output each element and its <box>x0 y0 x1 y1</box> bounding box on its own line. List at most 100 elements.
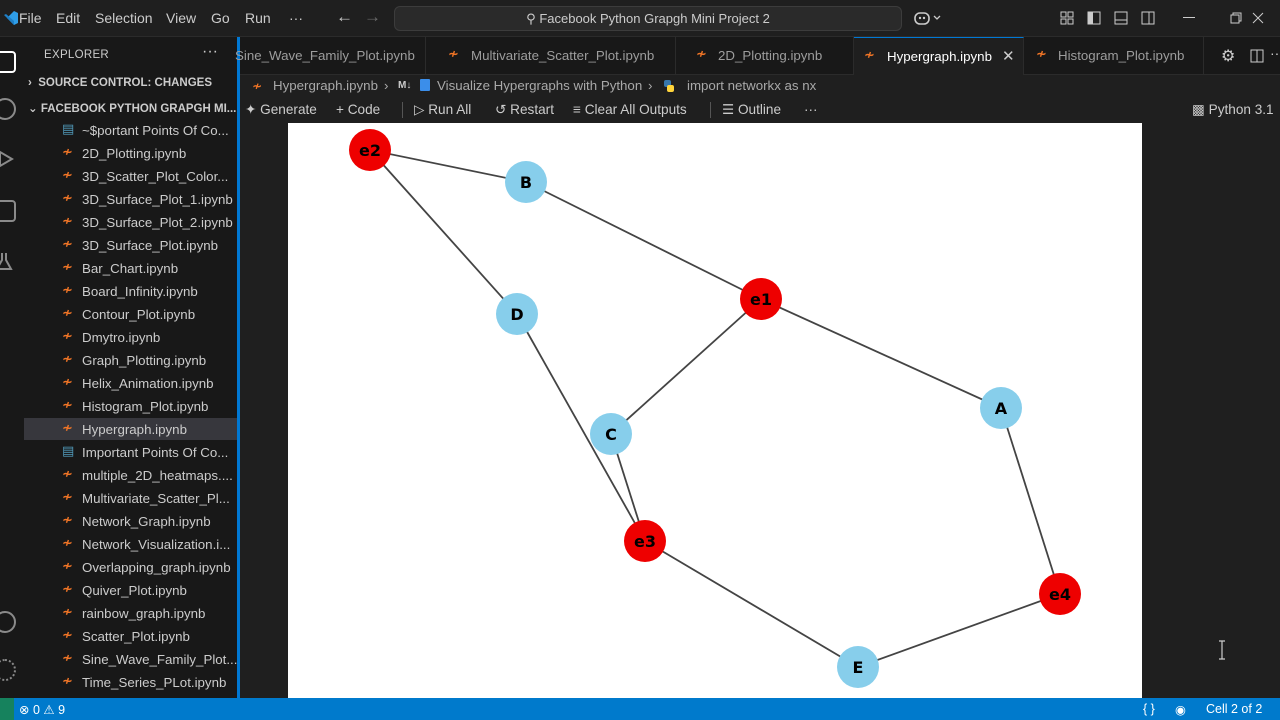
clear-outputs-button[interactable]: ≡ Clear All Outputs <box>573 102 687 117</box>
settings-gear-icon[interactable] <box>0 659 16 681</box>
node-label: e3 <box>634 532 656 551</box>
file-item[interactable]: ≁ multiple_2D_heatmaps.... <box>24 464 237 486</box>
menu-run[interactable]: Run <box>245 10 271 26</box>
breadcrumb-heading[interactable]: Visualize Hypergraphs with Python <box>437 78 642 93</box>
file-item[interactable]: ≁ Graph_Plotting.ipynb <box>24 349 237 371</box>
toggle-secondary-sidebar-icon[interactable] <box>1141 11 1155 25</box>
editor-more-button[interactable]: ·· <box>1270 45 1279 61</box>
file-item[interactable]: ≁ Dmytro.ipynb <box>24 326 237 348</box>
file-item[interactable]: ≁ Network_Visualization.i... <box>24 533 237 555</box>
close-window-icon[interactable] <box>1252 12 1264 24</box>
back-arrow-icon[interactable]: ← <box>336 7 353 27</box>
plus-icon: + <box>336 102 348 117</box>
run-all-button[interactable]: ▷ Run All <box>414 102 471 118</box>
notebook-icon: ≁ <box>62 283 73 298</box>
file-item[interactable]: ≁ 3D_Scatter_Plot_Color... <box>24 165 237 187</box>
project-folder-section[interactable]: ⌄ FACEBOOK PYTHON GRAPGH MI... <box>28 101 236 115</box>
menu-file[interactable]: File <box>19 10 42 26</box>
notebook-icon: ≁ <box>864 48 875 63</box>
tab-2d-plotting[interactable]: ≁ 2D_Plotting.ipynb <box>676 37 854 75</box>
project-folder-label: FACEBOOK PYTHON GRAPGH MI... <box>40 103 237 115</box>
extensions-icon[interactable] <box>0 200 16 222</box>
file-item[interactable]: ≁ Multivariate_Scatter_Pl... <box>24 487 237 509</box>
add-code-button[interactable]: + Code <box>336 102 380 117</box>
graph-edge-E-e4 <box>857 593 1061 668</box>
problems-indicator[interactable]: ⊗ 0 ⚠ 9 <box>19 702 65 717</box>
file-item[interactable]: ≁ 3D_Surface_Plot_1.ipynb <box>24 188 237 210</box>
tab-multivariate-scatter[interactable]: ≁ Multivariate_Scatter_Plot.ipynb <box>434 37 676 75</box>
menu-go[interactable]: Go <box>211 10 230 26</box>
toggle-panel-icon[interactable] <box>1114 11 1128 25</box>
customize-layout-icon[interactable] <box>1060 11 1074 25</box>
toolbar-more-button[interactable]: ··· <box>804 102 818 117</box>
cell-output: e2 B De1 A Ce3 e4 E <box>288 123 1142 698</box>
file-item[interactable]: ≁ 3D_Surface_Plot_2.ipynb <box>24 211 237 233</box>
code-label: Code <box>347 102 381 117</box>
run-debug-icon[interactable] <box>0 148 16 170</box>
kernel-picker[interactable]: ▩ Python 3.1 <box>1192 102 1274 118</box>
file-item[interactable]: ≁ Network_Graph.ipynb <box>24 510 237 532</box>
file-item[interactable]: ≁ 2D_Plotting.ipynb <box>24 142 237 164</box>
graph-node-e3: e3 <box>624 520 666 562</box>
tab-label: 2D_Plotting.ipynb <box>718 48 823 63</box>
file-item[interactable]: ≁ Quiver_Plot.ipynb <box>24 579 237 601</box>
menu-selection[interactable]: Selection <box>95 10 153 26</box>
file-item[interactable]: ≁ 3D_Surface_Plot.ipynb <box>24 234 237 256</box>
file-item[interactable]: ≁ rainbow_graph.ipynb <box>24 602 237 624</box>
file-name: ~$portant Points Of Co... <box>82 123 229 138</box>
graph-edge-e1-C <box>610 298 762 435</box>
file-item[interactable]: ≁ Scatter_Plot.ipynb <box>24 625 237 647</box>
notebook-icon: ≁ <box>62 674 73 689</box>
copilot-status-icon[interactable]: ◉ <box>1175 702 1186 717</box>
close-tab-icon[interactable]: ✕ <box>1002 47 1015 65</box>
copilot-icon[interactable] <box>914 10 942 26</box>
source-control-section[interactable]: › SOURCE CONTROL: CHANGES <box>28 77 212 89</box>
menu-view[interactable]: View <box>166 10 196 26</box>
chevron-right-icon: › <box>28 77 39 89</box>
outline-button[interactable]: ☰ Outline <box>722 102 781 118</box>
warning-icon: ⚠ <box>43 703 59 717</box>
forward-arrow-icon[interactable]: → <box>364 7 381 27</box>
settings-icon[interactable]: ⚙ <box>1221 46 1235 66</box>
file-item[interactable]: ≁ Helix_Animation.ipynb <box>24 372 237 394</box>
file-item[interactable]: ≁ Time_Series_PLot.ipynb <box>24 671 237 693</box>
tab-hypergraph[interactable]: ≁ Hypergraph.ipynb ✕ <box>854 37 1024 75</box>
warning-count: 9 <box>58 703 66 717</box>
graph-edge-e2-D <box>369 149 518 315</box>
file-item[interactable]: ≁ Board_Infinity.ipynb <box>24 280 237 302</box>
file-item[interactable]: ▤ Important Points Of Co... <box>24 441 237 463</box>
toggle-sidebar-icon[interactable] <box>1087 11 1101 25</box>
restart-button[interactable]: ↺ Restart <box>495 102 554 118</box>
accounts-icon[interactable] <box>0 611 16 633</box>
file-item[interactable]: ▤ ~$portant Points Of Co... <box>24 119 237 141</box>
file-name: 3D_Surface_Plot_1.ipynb <box>82 192 233 207</box>
restore-icon[interactable] <box>1230 12 1242 24</box>
node-label: e1 <box>750 290 772 309</box>
notebook-icon: ≁ <box>62 490 73 505</box>
menu-more[interactable]: ··· <box>289 10 303 26</box>
cell-indicator[interactable]: Cell 2 of 2 <box>1206 702 1262 716</box>
minimize-icon[interactable] <box>1183 17 1195 19</box>
file-item[interactable]: ≁ Histogram_Plot.ipynb <box>24 395 237 417</box>
remote-indicator[interactable] <box>0 698 14 720</box>
search-activity-icon[interactable] <box>0 98 16 120</box>
explorer-more-button[interactable]: ··· <box>202 43 218 61</box>
tab-histogram[interactable]: ≁ Histogram_Plot.ipynb <box>1024 37 1204 75</box>
file-name: Sine_Wave_Family_Plot.... <box>82 652 238 667</box>
command-center-search[interactable]: ⚲ Facebook Python Grapgh Mini Project 2 <box>394 6 902 31</box>
search-icon: ⚲ <box>526 11 540 26</box>
testing-icon[interactable] <box>0 250 16 272</box>
file-item[interactable]: ≁ Contour_Plot.ipynb <box>24 303 237 325</box>
breadcrumb-file[interactable]: Hypergraph.ipynb <box>273 78 378 93</box>
generate-button[interactable]: ✦ Generate <box>245 102 317 118</box>
breadcrumb-cell[interactable]: import networkx as nx <box>687 78 816 93</box>
tab-sine-wave[interactable]: Sine_Wave_Family_Plot.ipynb <box>230 37 426 75</box>
file-item[interactable]: ≁ Overlapping_graph.ipynb <box>24 556 237 578</box>
menu-edit[interactable]: Edit <box>56 10 80 26</box>
file-item[interactable]: ≁ Sine_Wave_Family_Plot.... <box>24 648 238 670</box>
file-item[interactable]: ≁ Hypergraph.ipynb <box>24 418 237 440</box>
explorer-icon[interactable] <box>0 51 16 73</box>
split-editor-icon[interactable] <box>1250 49 1264 63</box>
file-item[interactable]: ≁ Bar_Chart.ipynb <box>24 257 237 279</box>
language-braces[interactable]: { } <box>1143 702 1155 716</box>
